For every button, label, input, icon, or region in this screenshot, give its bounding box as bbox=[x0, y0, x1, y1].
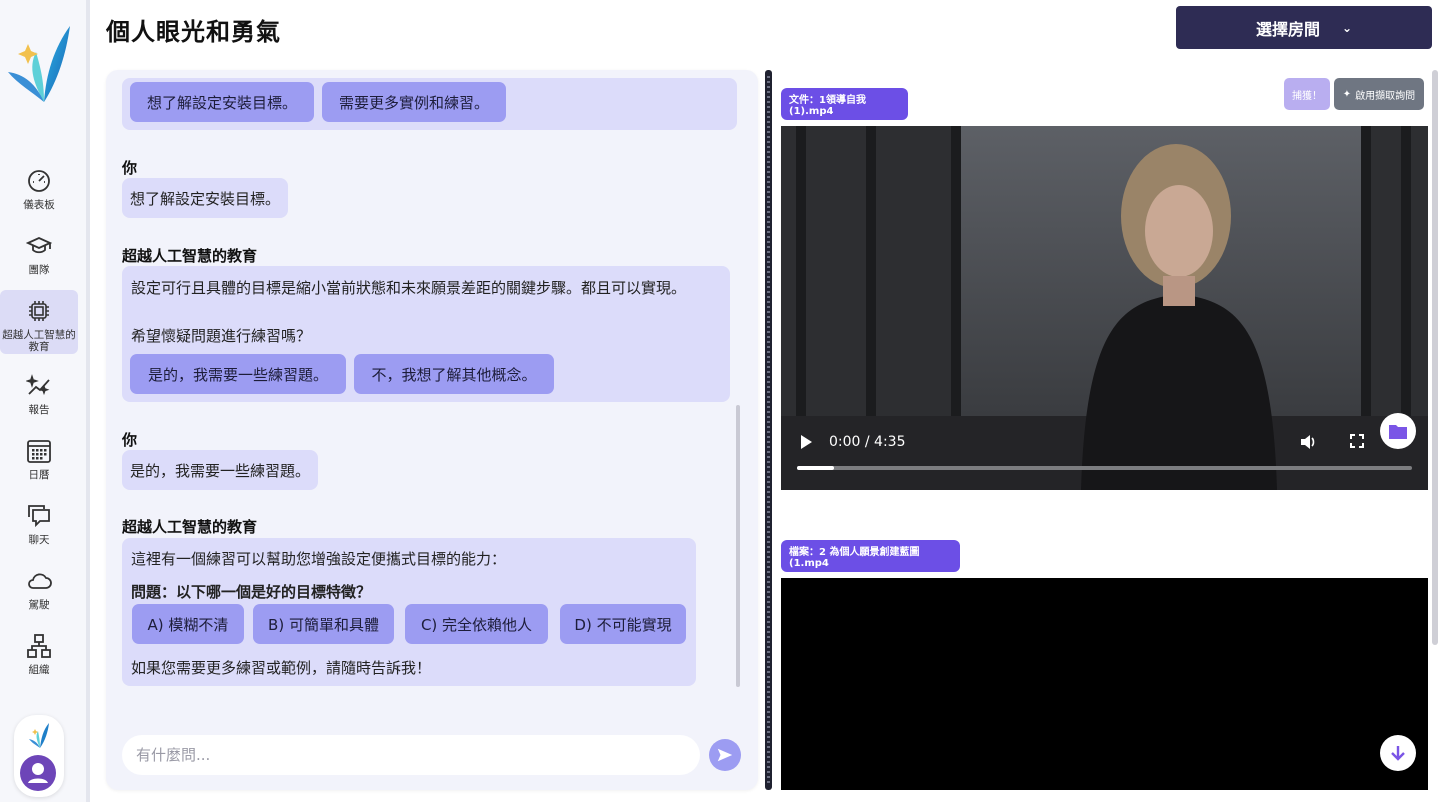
option-button[interactable]: D) 不可能實現 bbox=[560, 604, 686, 644]
sidebar-item-team[interactable]: 團隊 bbox=[0, 225, 78, 287]
sidebar-item-label: 日曆 bbox=[28, 469, 50, 481]
sidebar-item-label: 組織 bbox=[28, 664, 50, 676]
option-button[interactable]: 想了解設定安裝目標。 bbox=[130, 82, 314, 122]
sidebar-item-label: 駕駛 bbox=[28, 599, 50, 611]
option-button[interactable]: A) 模糊不清 bbox=[132, 604, 244, 644]
file-tag-video2: 檔案：2 為個人願景創建藍圖 (1.mp4 bbox=[781, 540, 960, 572]
sidebar: 儀表板 團隊 超越人工智慧的教育 報告 日曆 聊天 駕駛 組織 bbox=[0, 0, 86, 802]
cloud-icon bbox=[28, 573, 52, 589]
sidebar-divider bbox=[86, 0, 90, 802]
fullscreen-icon[interactable] bbox=[1350, 434, 1364, 448]
page-title: 個人眼光和勇氣 bbox=[106, 18, 281, 46]
avatar[interactable] bbox=[20, 755, 56, 791]
org-chart-icon bbox=[27, 634, 51, 658]
select-room-label: 選擇房間 bbox=[1255, 19, 1320, 39]
download-button[interactable] bbox=[1380, 735, 1416, 771]
option-button[interactable]: B) 可簡單和具體 bbox=[253, 604, 394, 644]
assistant-footer-text: 如果您需要更多練習或範例，請隨時告訴我！ bbox=[131, 659, 432, 677]
enable-capture-query-label: 啟用擷取詢問 bbox=[1355, 90, 1416, 102]
sidebar-item-organization[interactable]: 組織 bbox=[0, 625, 78, 687]
sidebar-item-chat[interactable]: 聊天 bbox=[0, 495, 78, 557]
video-progress-fill bbox=[797, 466, 834, 470]
app-logo-small bbox=[29, 723, 49, 748]
sidebar-item-drive[interactable]: 駕駛 bbox=[0, 560, 78, 622]
message-speaker: 你 bbox=[122, 159, 138, 177]
video-time: 0:00 / 4:35 bbox=[829, 434, 906, 450]
sidebar-item-label: 團隊 bbox=[28, 264, 50, 276]
user-message: 想了解設定安裝目標。 bbox=[122, 178, 289, 218]
media-scrollbar[interactable] bbox=[1432, 70, 1438, 645]
option-button[interactable]: C) 完全依賴他人 bbox=[405, 604, 548, 644]
chat-input[interactable] bbox=[122, 735, 700, 775]
sidebar-item-ai-education[interactable]: 超越人工智慧的教育 bbox=[0, 290, 78, 354]
graduation-cap-icon bbox=[26, 237, 52, 254]
user-menu[interactable] bbox=[14, 715, 64, 797]
sidebar-item-dashboard[interactable]: 儀表板 bbox=[0, 160, 78, 222]
enable-capture-query-button[interactable]: ✦ 啟用擷取詢問 bbox=[1334, 78, 1424, 110]
video-progress-track[interactable] bbox=[797, 466, 1412, 470]
sidebar-item-label: 超越人工智慧的教育 bbox=[2, 329, 76, 353]
chat-icon bbox=[28, 505, 50, 528]
sidebar-item-label: 報告 bbox=[28, 404, 50, 416]
calendar-icon bbox=[27, 440, 51, 463]
folder-button[interactable] bbox=[1380, 413, 1416, 449]
assistant-message-text: 這裡有一個練習可以幫助您增強設定便攜式目標的能力： bbox=[131, 550, 507, 568]
sidebar-item-calendar[interactable]: 日曆 bbox=[0, 430, 78, 492]
capture-button[interactable]: 捕獲！ bbox=[1284, 78, 1330, 110]
option-button[interactable]: 需要更多實例和練習。 bbox=[322, 82, 506, 122]
option-button[interactable]: 不，我想了解其他概念。 bbox=[354, 354, 554, 394]
resize-grip bbox=[767, 76, 770, 784]
arrow-down-icon bbox=[1391, 746, 1405, 761]
assistant-question: 問題：以下哪一個是好的目標特徵？ bbox=[131, 583, 372, 601]
chip-icon bbox=[29, 301, 49, 321]
user-message: 是的，我需要一些練習題。 bbox=[122, 450, 319, 490]
sidebar-item-label: 聊天 bbox=[28, 534, 50, 546]
assistant-message-text: 設定可行且具體的目標是縮小當前狀態和未來願景差距的關鍵步驟。都且可以實現。 bbox=[131, 279, 687, 297]
send-icon bbox=[717, 748, 733, 762]
message-speaker: 超越人工智慧的教育 bbox=[122, 518, 258, 536]
select-room-button[interactable]: 選擇房間 ⌄ bbox=[1176, 6, 1432, 49]
video-player-2[interactable] bbox=[781, 578, 1428, 790]
sidebar-item-reports[interactable]: 報告 bbox=[0, 365, 78, 427]
app-logo bbox=[8, 26, 70, 102]
chat-scrollbar[interactable] bbox=[736, 405, 740, 687]
play-icon[interactable] bbox=[799, 434, 813, 450]
sidebar-item-label: 儀表板 bbox=[23, 199, 55, 211]
chevron-down-icon: ⌄ bbox=[1341, 20, 1353, 35]
video-player-1[interactable]: 0:00 / 4:35 bbox=[781, 126, 1428, 490]
message-speaker: 你 bbox=[122, 431, 138, 449]
sparkle-chart-icon bbox=[26, 374, 50, 396]
send-button[interactable] bbox=[709, 739, 741, 771]
dashboard-gauge-icon bbox=[28, 170, 50, 192]
message-speaker: 超越人工智慧的教育 bbox=[122, 247, 258, 265]
user-icon bbox=[28, 763, 48, 783]
assistant-question: 希望懷疑問題進行練習嗎？ bbox=[131, 327, 312, 345]
folder-icon bbox=[1389, 425, 1407, 439]
volume-icon[interactable] bbox=[1299, 433, 1317, 451]
sparkle-icon: ✦ bbox=[1342, 88, 1352, 100]
option-button[interactable]: 是的，我需要一些練習題。 bbox=[130, 354, 346, 394]
file-tag-video1: 文件：1領導自我(1).mp4 bbox=[781, 88, 908, 120]
